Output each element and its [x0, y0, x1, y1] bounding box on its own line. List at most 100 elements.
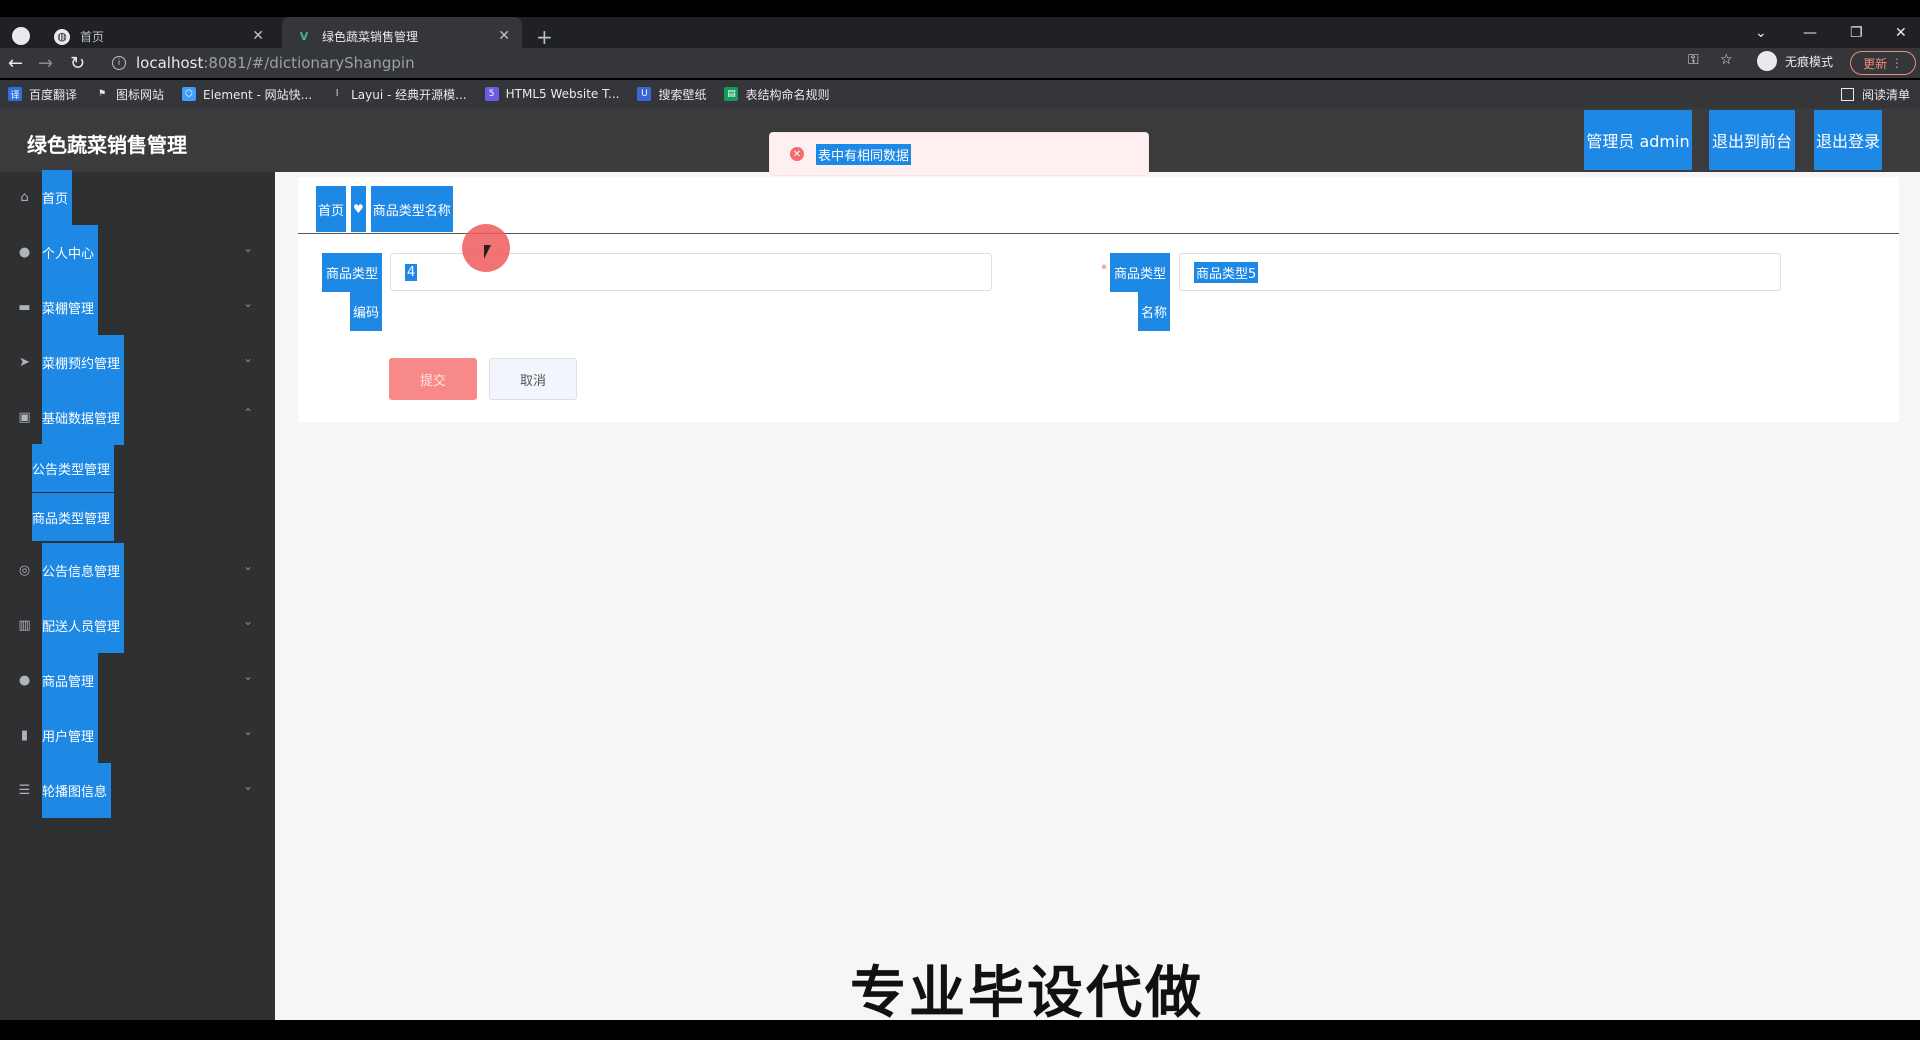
bookmark-icon-site[interactable]: ⚑ 图标网站 — [95, 86, 164, 103]
name-label-line1: 商品类型 — [1110, 253, 1170, 292]
vue-icon: V — [299, 30, 309, 43]
flag-icon: ⚑ — [97, 89, 107, 99]
sidebar-item-notice[interactable]: ◎ 公告信息管理 ⌄ — [0, 543, 275, 598]
bookmark-label: HTML5 Website T... — [505, 87, 620, 101]
forward-icon[interactable]: → — [38, 53, 53, 74]
back-icon[interactable]: ← — [8, 53, 23, 74]
sidebar-item-delivery[interactable]: ▥ 配送人员管理 ⌄ — [0, 598, 275, 653]
window-close-icon[interactable]: ✕ — [1895, 25, 1907, 41]
bookmark-label: Element - 网站快... — [203, 87, 313, 102]
name-field-label: 商品类型 名称 — [1110, 253, 1170, 331]
chevron-down-icon: ⌄ — [242, 241, 253, 255]
app-title: 绿色蔬菜销售管理 — [27, 133, 187, 157]
sidebar-item-carousel[interactable]: ☰ 轮播图信息 ⌄ — [0, 763, 275, 818]
bookmark-baidu-translate[interactable]: 译百度翻译 — [8, 86, 77, 103]
doc-icon: ▤ — [724, 87, 739, 101]
chevron-down-icon: ⌄ — [242, 669, 253, 683]
browser-logo-icon — [12, 27, 30, 45]
new-tab-icon[interactable]: + — [536, 25, 553, 49]
sliders-icon: ☰ — [18, 783, 31, 798]
baidu-translate-icon: 译 — [8, 87, 22, 101]
chevron-down-icon: ⌄ — [242, 559, 253, 573]
breadcrumb-current: 商品类型名称 — [370, 186, 453, 232]
form-card: 首页 ♥ 商品类型名称 商品类型 编码 4 * 商品类型 名称 商品类型5 提交… — [298, 177, 1899, 422]
mouse-pointer-icon — [484, 245, 491, 259]
star-icon[interactable]: ☆ — [1720, 52, 1733, 68]
sidebar-item-label: 用户管理 — [42, 708, 99, 763]
reading-list-icon — [1840, 88, 1854, 101]
clipboard-icon: ▣ — [18, 410, 31, 425]
code-input-value: 4 — [405, 263, 418, 281]
bookmarks-bar: 译百度翻译 ⚑ 图标网站 ⬡ Element - 网站快... l Layui - 经… — [0, 80, 1920, 108]
bookmark-html5[interactable]: 5 HTML5 Website T... — [484, 87, 620, 101]
bookmark-label: 搜索壁纸 — [658, 87, 707, 102]
sidebar-item-label: 菜棚管理 — [42, 280, 99, 335]
restore-icon[interactable]: ❐ — [1850, 25, 1863, 41]
layui-icon: l — [335, 89, 339, 99]
sidebar-item-personal-center[interactable]: ● 个人中心 ⌄ — [0, 225, 275, 280]
update-button[interactable]: 更新 ⋮ — [1850, 51, 1916, 75]
code-field-label: 商品类型 编码 — [322, 253, 382, 331]
required-mark: * — [1101, 262, 1107, 276]
sidebar-item-base-data[interactable]: ▣ 基础数据管理 ⌃ — [0, 390, 275, 445]
name-label-line2: 名称 — [1138, 292, 1170, 331]
key-icon[interactable]: ⚿ — [1688, 52, 1699, 68]
error-toast: ✕ 表中有相同数据 — [769, 132, 1149, 176]
bookmark-element[interactable]: ⬡ Element - 网站快... — [182, 86, 312, 103]
chevron-down-icon: ⌄ — [242, 296, 253, 310]
code-label-line1: 商品类型 — [322, 253, 382, 292]
chevron-up-icon: ⌃ — [242, 406, 253, 420]
sidebar-item-label: 轮播图信息 — [42, 763, 112, 818]
address-bar[interactable]: i localhost:8081/#/dictionaryShangpin — [100, 49, 1720, 77]
bottom-bar — [0, 1020, 1920, 1040]
tab-search-icon[interactable]: ⌄ — [1755, 25, 1767, 41]
update-label: 更新 — [1863, 56, 1888, 71]
sidebar-item-label: 基础数据管理 — [42, 390, 125, 445]
close-icon[interactable]: ✕ — [252, 28, 264, 44]
globe-icon: ◍ — [54, 28, 70, 45]
sidebar-item-label: 首页 — [42, 170, 73, 225]
sidebar-item-label: 个人中心 — [42, 225, 99, 280]
sidebar-item-label: 配送人员管理 — [42, 598, 125, 653]
sidebar-item-label: 公告信息管理 — [42, 543, 125, 598]
sidebar-item-users[interactable]: ▮ 用户管理 ⌄ — [0, 708, 275, 763]
cancel-button[interactable]: 取消 — [489, 358, 577, 400]
bookmark-naming-rules[interactable]: ▤ 表结构命名规则 — [724, 86, 829, 103]
element-icon: ⬡ — [182, 87, 197, 101]
heart-icon: ♥ — [351, 186, 366, 232]
url-path: :8081/#/dictionaryShangpin — [203, 54, 415, 72]
incognito-icon — [1757, 51, 1777, 71]
info-icon[interactable]: i — [112, 56, 126, 70]
toast-message: 表中有相同数据 — [816, 143, 912, 165]
chevron-down-icon: ⌄ — [242, 779, 253, 793]
sidebar-subitem-notice-type[interactable]: 公告类型管理 — [0, 444, 275, 492]
back-to-frontend-button[interactable]: 退出到前台 — [1709, 110, 1795, 170]
bar-chart-icon: ▥ — [18, 618, 31, 633]
app: 绿色蔬菜销售管理 管理员 admin 退出到前台 退出登录 ⌂ 首页 ● 个人中… — [0, 108, 1920, 1026]
name-input[interactable]: 商品类型5 — [1179, 253, 1781, 291]
sidebar-item-greenhouse[interactable]: ▬ 菜棚管理 ⌄ — [0, 280, 275, 335]
sidebar-item-greenhouse-booking[interactable]: ➤ 菜棚预约管理 ⌄ — [0, 335, 275, 390]
minimize-icon[interactable]: — — [1803, 25, 1817, 41]
sidebar-subitem-product-type[interactable]: 商品类型管理 — [0, 493, 275, 541]
tab-label: 首页 — [80, 30, 105, 44]
close-icon[interactable]: ✕ — [498, 28, 510, 44]
chevron-down-icon: ⌄ — [242, 351, 253, 365]
bookmark-label: Layui - 经典开源模... — [351, 87, 467, 102]
submit-button[interactable]: 提交 — [389, 358, 477, 400]
sidebar-item-products[interactable]: ● 商品管理 ⌄ — [0, 653, 275, 708]
logout-button[interactable]: 退出登录 — [1814, 110, 1882, 170]
chat-icon: ▬ — [18, 300, 31, 315]
breadcrumb: 首页 ♥ 商品类型名称 — [316, 186, 458, 232]
bookmark-wallpaper[interactable]: U 搜索壁纸 — [637, 86, 706, 103]
incognito-indicator[interactable]: 无痕模式 — [1757, 51, 1833, 71]
html5-icon: 5 — [484, 87, 499, 101]
breadcrumb-home[interactable]: 首页 — [316, 186, 347, 232]
bookmark-layui[interactable]: l Layui - 经典开源模... — [330, 86, 467, 103]
browser-toolbar: ← → ↻ i localhost:8081/#/dictionaryShang… — [0, 48, 1920, 78]
sidebar-item-label: 商品管理 — [42, 653, 99, 708]
reload-icon[interactable]: ↻ — [70, 53, 85, 74]
admin-button[interactable]: 管理员 admin — [1584, 110, 1692, 170]
sidebar-item-home[interactable]: ⌂ 首页 — [0, 170, 275, 225]
reading-list[interactable]: 阅读清单 — [1840, 86, 1910, 103]
